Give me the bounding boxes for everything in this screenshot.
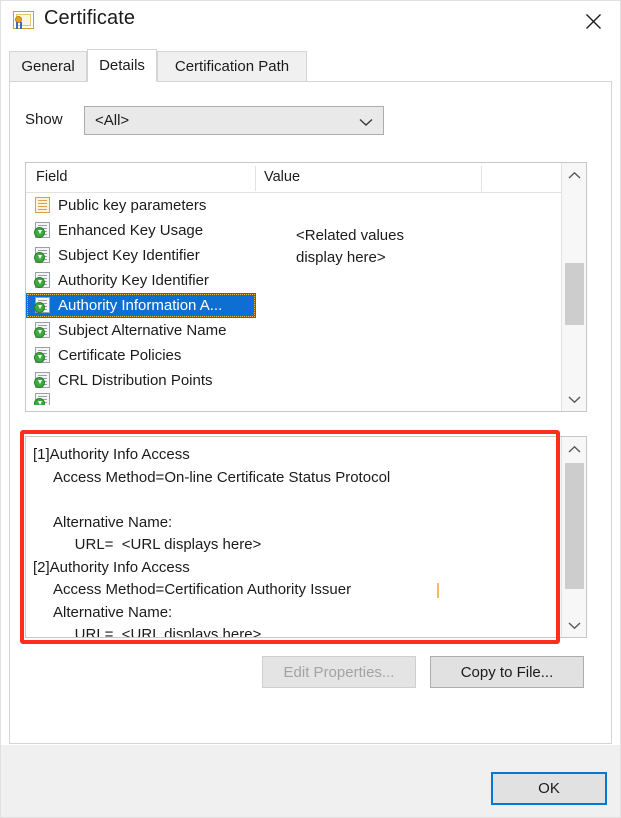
certificate-extension-icon (34, 347, 52, 364)
chevron-down-icon (359, 114, 373, 132)
ok-button[interactable]: OK (491, 772, 607, 805)
ok-button-label: OK (538, 780, 560, 797)
field-row-label: Subject Key Identifier (58, 247, 200, 264)
detail-text-box[interactable]: [1]Authority Info Access Access Method=O… (25, 436, 587, 638)
copy-to-file-label: Copy to File... (460, 663, 554, 681)
column-header-field: Field (36, 169, 68, 185)
certificate-extension-icon (34, 372, 52, 389)
field-value-text: <Related values display here> (296, 227, 404, 266)
field-list-scrollbar[interactable] (561, 163, 586, 411)
field-row-authority-key-identifier[interactable]: Authority Key Identifier (26, 268, 586, 293)
column-header-value: Value (264, 169, 301, 185)
detail-scrollbar[interactable] (561, 437, 586, 637)
field-row-authority-information-access[interactable]: Authority Information A... (26, 293, 256, 318)
tab-certification-path-label: Certification Path (174, 58, 290, 75)
field-row-subject-alternative-name[interactable]: Subject Alternative Name (26, 318, 586, 343)
scroll-up-icon[interactable] (562, 437, 586, 461)
field-row-label: Enhanced Key Usage (58, 222, 204, 239)
scroll-down-icon[interactable] (562, 613, 586, 637)
window-title: Certificate (44, 7, 136, 29)
tab-general[interactable]: General (9, 51, 87, 81)
certificate-extension-icon (34, 272, 52, 289)
edit-properties-button[interactable]: Edit Properties... (262, 656, 416, 688)
certificate-extension-icon (34, 222, 52, 239)
field-row-label: CRL Distribution Points (58, 372, 213, 389)
detail-text-content: [1]Authority Info Access Access Method=O… (33, 446, 391, 638)
field-row-label: Subject Alternative Name (58, 322, 227, 339)
field-row-partial[interactable] (26, 393, 586, 405)
scroll-down-icon[interactable] (562, 387, 586, 411)
tab-strip: General Details Certification Path (9, 49, 612, 82)
certificate-icon (13, 11, 34, 30)
column-divider[interactable] (255, 166, 256, 191)
tab-details[interactable]: Details (87, 49, 157, 82)
certificate-extension-icon (34, 247, 52, 264)
edit-properties-label: Edit Properties... (283, 663, 395, 681)
field-list-scroll-thumb[interactable] (565, 263, 584, 325)
field-row-public-key-parameters[interactable]: Public key parameters (26, 193, 586, 218)
show-dropdown[interactable]: <All> (84, 106, 384, 135)
field-row-label: Authority Key Identifier (58, 272, 209, 289)
title-bar: Certificate (0, 0, 621, 44)
tab-general-label: General (21, 58, 75, 75)
detail-scroll-thumb[interactable] (565, 463, 584, 589)
show-dropdown-value: <All> (95, 112, 130, 129)
scroll-up-icon[interactable] (562, 163, 586, 187)
show-label: Show (25, 111, 63, 128)
text-caret (437, 583, 439, 598)
certificate-field-icon (34, 197, 52, 214)
field-row-certificate-policies[interactable]: Certificate Policies (26, 343, 586, 368)
field-row-crl-distribution-points[interactable]: CRL Distribution Points (26, 368, 586, 393)
copy-to-file-button[interactable]: Copy to File... (430, 656, 584, 688)
tab-details-label: Details (99, 57, 145, 74)
field-list-header: Field Value (26, 163, 586, 193)
field-row-label: Certificate Policies (58, 347, 182, 364)
tab-certification-path[interactable]: Certification Path (157, 51, 307, 81)
certificate-extension-icon (34, 297, 52, 314)
column-divider[interactable] (481, 166, 482, 191)
close-icon[interactable] (565, 0, 621, 42)
certificate-field-list[interactable]: Field Value Public key parameters Enhanc… (25, 162, 587, 412)
field-row-label: Public key parameters (58, 197, 207, 214)
field-row-label: Authority Information A... (58, 297, 223, 314)
certificate-dialog: Certificate General Details Certificatio… (0, 0, 621, 818)
certificate-extension-icon (34, 322, 52, 339)
